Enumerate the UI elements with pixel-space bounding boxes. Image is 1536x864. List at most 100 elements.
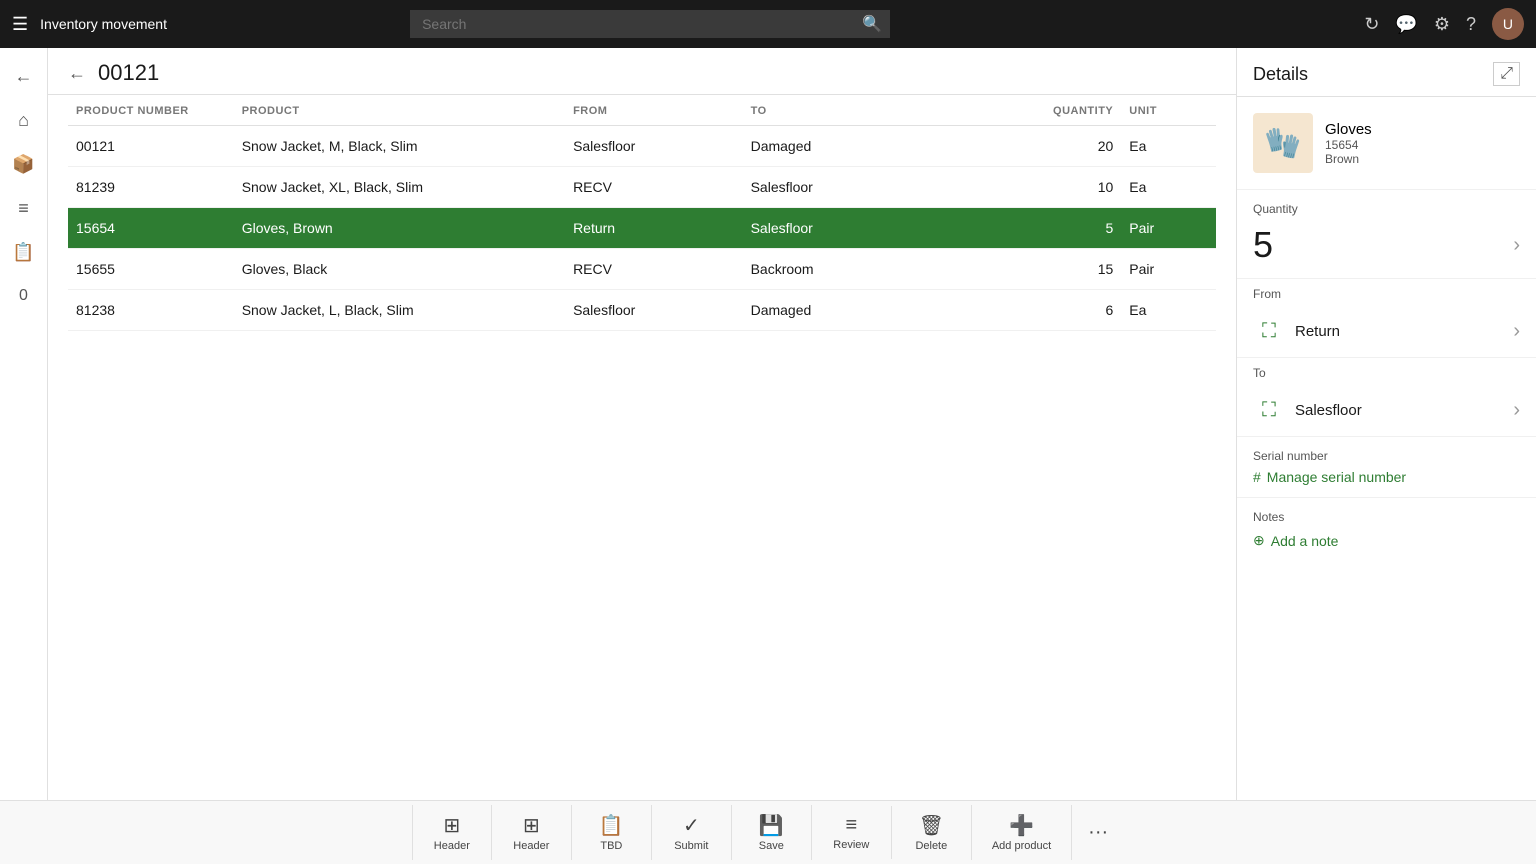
cell-product: Gloves, Brown [234, 208, 565, 249]
table-row[interactable]: 81238 Snow Jacket, L, Black, Slim Salesf… [68, 290, 1216, 331]
cell-quantity: 5 [979, 208, 1121, 249]
col-header-product-number: PRODUCT NUMBER [68, 95, 234, 126]
content-area: ← 00121 PRODUCT NUMBER PRODUCT FROM TO Q… [48, 48, 1236, 800]
product-emoji: 🧤 [1264, 126, 1301, 161]
save-icon: 💾 [759, 813, 784, 838]
settings-icon[interactable]: ⚙ [1434, 14, 1450, 35]
to-location-inner: ⛶ Salesfloor [1253, 394, 1362, 426]
table-row[interactable]: 15655 Gloves, Black RECV Backroom 15 Pai… [68, 249, 1216, 290]
cell-product-number: 00121 [68, 126, 234, 167]
table-row[interactable]: 81239 Snow Jacket, XL, Black, Slim RECV … [68, 167, 1216, 208]
cell-to: Salesfloor [743, 208, 980, 249]
cell-unit: Pair [1121, 249, 1216, 290]
cell-unit: Pair [1121, 208, 1216, 249]
help-icon[interactable]: ? [1466, 14, 1476, 35]
col-header-product: PRODUCT [234, 95, 565, 126]
quantity-label: Quantity [1253, 202, 1520, 216]
search-bar: 🔍 [410, 10, 890, 38]
cell-from: RECV [565, 167, 743, 208]
bottom-toolbar: ⊞ Header ⊞ Header 📋 TBD ✓ Submit 💾 Save … [0, 800, 1536, 864]
add-note-button[interactable]: ⊕ Add a note [1253, 532, 1520, 549]
toolbar-header1-button[interactable]: ⊞ Header [412, 805, 492, 860]
cell-product: Snow Jacket, M, Black, Slim [234, 126, 565, 167]
sidebar-item-home[interactable]: ⌂ [4, 100, 44, 140]
avatar[interactable]: U [1492, 8, 1524, 40]
from-location-inner: ⛶ Return [1253, 315, 1340, 347]
toolbar-delete-button[interactable]: 🗑 Delete [892, 805, 972, 860]
quantity-chevron[interactable]: › [1513, 234, 1520, 257]
tbd-icon: 📋 [599, 813, 624, 838]
details-expand-button[interactable]: ⤢ [1493, 62, 1520, 86]
to-location-icon: ⛶ [1253, 394, 1285, 426]
notes-section: Notes ⊕ Add a note [1237, 498, 1536, 561]
submit-icon: ✓ [683, 813, 700, 838]
product-info: Gloves 15654 Brown [1325, 121, 1372, 166]
sidebar-item-menu[interactable]: ≡ [4, 188, 44, 228]
review-label: Review [833, 839, 869, 851]
toolbar-more-button[interactable]: ··· [1072, 813, 1124, 852]
from-chevron[interactable]: › [1513, 320, 1520, 343]
cell-from: Salesfloor [565, 290, 743, 331]
toolbar-header2-button[interactable]: ⊞ Header [492, 805, 572, 860]
nav-icons: ↻ 💬 ⚙ ? U [1364, 8, 1524, 40]
manage-serial-button[interactable]: # Manage serial number [1253, 469, 1520, 485]
sidebar-item-clipboard[interactable]: 📋 [4, 232, 44, 272]
toolbar-save-button[interactable]: 💾 Save [732, 805, 812, 860]
sidebar-item-box[interactable]: 📦 [4, 144, 44, 184]
table-area: PRODUCT NUMBER PRODUCT FROM TO QUANTITY … [48, 95, 1236, 800]
refresh-icon[interactable]: ↻ [1364, 14, 1379, 35]
from-label: From [1237, 279, 1536, 305]
search-input[interactable] [410, 10, 890, 38]
cell-product: Snow Jacket, XL, Black, Slim [234, 167, 565, 208]
cell-quantity: 10 [979, 167, 1121, 208]
table-row[interactable]: 15654 Gloves, Brown Return Salesfloor 5 … [68, 208, 1216, 249]
add-product-label: Add product [992, 840, 1051, 852]
page-header: ← 00121 [48, 48, 1236, 95]
quantity-value: 5 [1253, 224, 1273, 266]
cell-product-number: 81239 [68, 167, 234, 208]
search-icon: 🔍 [862, 14, 882, 34]
delete-icon: 🗑 [919, 813, 944, 838]
submit-label: Submit [674, 840, 708, 852]
to-chevron[interactable]: › [1513, 399, 1520, 422]
chat-icon[interactable]: 💬 [1395, 14, 1417, 35]
cell-to: Damaged [743, 290, 980, 331]
save-label: Save [759, 840, 784, 852]
product-color: Brown [1325, 152, 1372, 166]
cell-from: RECV [565, 249, 743, 290]
notes-label: Notes [1253, 510, 1520, 524]
details-title: Details [1253, 64, 1308, 85]
col-header-quantity: QUANTITY [979, 95, 1121, 126]
to-location-name: Salesfloor [1295, 402, 1362, 419]
header2-icon: ⊞ [523, 813, 540, 838]
col-header-to: TO [743, 95, 980, 126]
delete-label: Delete [915, 840, 947, 852]
cell-product-number: 15655 [68, 249, 234, 290]
hamburger-icon[interactable]: ☰ [12, 14, 28, 35]
serial-section: Serial number # Manage serial number [1237, 437, 1536, 498]
plus-circle-icon: ⊕ [1253, 532, 1265, 549]
toolbar-tbd-button[interactable]: 📋 TBD [572, 805, 652, 860]
from-location-row[interactable]: ⛶ Return › [1237, 305, 1536, 358]
to-location-row[interactable]: ⛶ Salesfloor › [1237, 384, 1536, 437]
cell-from: Salesfloor [565, 126, 743, 167]
col-header-from: FROM [565, 95, 743, 126]
more-icon: ··· [1088, 821, 1108, 844]
header1-icon: ⊞ [443, 813, 460, 838]
table-row[interactable]: 00121 Snow Jacket, M, Black, Slim Salesf… [68, 126, 1216, 167]
tbd-label: TBD [600, 840, 622, 852]
product-name: Gloves [1325, 121, 1372, 138]
add-product-icon: ➕ [1009, 813, 1034, 838]
sidebar-item-back[interactable]: ← [4, 56, 44, 96]
toolbar-submit-button[interactable]: ✓ Submit [652, 805, 732, 860]
sidebar: ← ⌂ 📦 ≡ 📋 0 [0, 48, 48, 800]
back-button[interactable]: ← [68, 63, 86, 84]
cell-product-number: 15654 [68, 208, 234, 249]
toolbar-add-product-button[interactable]: ➕ Add product [972, 805, 1072, 860]
hash-icon: # [1253, 469, 1261, 485]
toolbar-review-button[interactable]: ≡ Review [812, 806, 892, 859]
cell-product: Snow Jacket, L, Black, Slim [234, 290, 565, 331]
product-image: 🧤 [1253, 113, 1313, 173]
cell-to: Backroom [743, 249, 980, 290]
inventory-table: PRODUCT NUMBER PRODUCT FROM TO QUANTITY … [68, 95, 1216, 331]
